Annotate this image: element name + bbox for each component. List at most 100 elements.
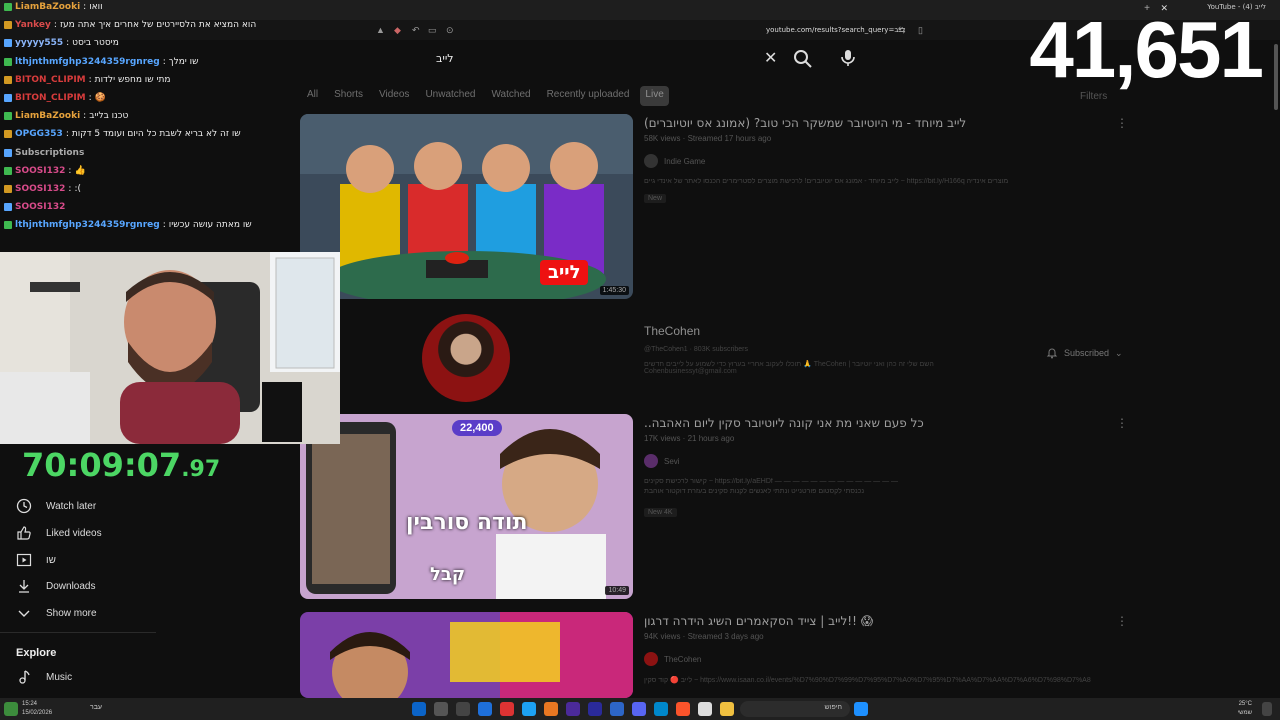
sidebar-item-playlist[interactable]: שו [16,552,56,568]
reload-icon[interactable]: ▭ [428,25,437,36]
taskbar-app-icon[interactable] [676,702,690,716]
chip-watched[interactable]: Watched [486,86,535,106]
sidebar-item-liked-videos[interactable]: Liked videos [16,525,102,541]
brave-shield-icon[interactable]: ▲ [376,25,385,35]
taskbar-weather[interactable]: 25°C שמשי [1238,700,1252,718]
video-title[interactable]: לייב מיוחד - מי היוטיובר שמשקר הכי טוב? … [644,116,966,130]
more-options-icon[interactable]: ⋮ [1116,116,1128,130]
chat-message: lthjnthmfghp3244359rgnreg: שו ימלך [4,57,199,67]
taskbar-app-icon[interactable] [522,702,536,716]
chat-username: BITON_CLIPIM [15,74,86,85]
taskbar-app-icon[interactable] [412,702,426,716]
sidebar-item-label: Liked videos [46,527,102,539]
channel-avatar[interactable] [644,154,658,168]
chat-separator: : [162,56,166,67]
thumbnail-caption-2: קבל [430,564,466,585]
back-icon[interactable]: ↶ [412,25,420,36]
taskbar-app-icon[interactable] [698,702,712,716]
taskbar-app-icon[interactable] [588,702,602,716]
show-desktop-icon[interactable] [1262,702,1272,716]
microphone-icon [841,50,855,66]
url-text[interactable]: youtube.com/results?search_query=לייב [766,26,905,34]
widgets-icon[interactable] [4,702,18,716]
chat-username: yyyyy555 [15,38,64,49]
search-button[interactable] [792,48,814,70]
channel-handle: @TheCohen1 · 803K subscribers [644,346,748,353]
channel-avatar-large[interactable] [422,314,510,402]
sidebar-item-watch-later[interactable]: Watch later [16,498,96,514]
taskbar-app-icon[interactable] [654,702,668,716]
taskbar-search[interactable]: חיפוש [740,701,850,717]
search-box[interactable]: לייב ✕ [420,44,790,74]
video-title[interactable]: לייב | צייד הסקאמרים השיג הידרה דרגון!! … [644,614,873,628]
sidebar-item-show-more[interactable]: Show more [16,605,97,621]
taskbar-clock[interactable]: 15:24 15/02/2026 [22,700,52,718]
taskbar-app-icon[interactable] [566,702,580,716]
chip-live[interactable]: Live [640,86,669,106]
video-thumbnail[interactable]: 22,400 תודה סורבין קבל 10:49 [300,414,633,599]
taskbar-app-icon[interactable] [478,702,492,716]
chat-text: הוא המציא את הלסיירטים של אחרים איך אתה … [59,20,257,31]
page-scrollbar[interactable] [1274,44,1278,110]
channel-name[interactable]: Sevi [664,457,680,466]
video-duration: 1:45:30 [599,286,629,295]
search-engine-icon[interactable]: ⊙ [446,25,454,36]
chat-message: OPGG353: שו זה לא בריא לשבת כל היום ועומד… [4,129,241,139]
sidebar-item-music[interactable]: Music [16,669,72,685]
share-icon[interactable]: ⇆ [898,25,906,36]
channel-result[interactable]: TheCohen @TheCohen1 · 803K subscribers ת… [300,306,1130,402]
video-thumbnail[interactable] [300,612,633,698]
chat-text: שו זה לא בריא לשבת כל היום ועומד 5 דקות [71,129,241,140]
filters-button[interactable]: Filters [1080,91,1107,102]
taskbar-app-icon[interactable] [632,702,646,716]
chat-text: טכנו בלייב [89,111,129,122]
chat-message: lthjnthmfghp3244359rgnreg: שו מאתה עושה ע… [4,220,252,230]
video-result[interactable]: לייב 1:45:30 לייב מיוחד - מי היוטיובר שמ… [300,114,1130,304]
bell-icon [1046,348,1058,359]
sidebar-item-downloads[interactable]: Downloads [16,578,95,594]
clear-search-icon[interactable]: ✕ [764,48,777,68]
bookmark-icon[interactable]: ▯ [918,25,923,36]
channel-line[interactable]: Sevi [644,454,680,468]
chip-recently-uploaded[interactable]: Recently uploaded [542,86,635,106]
channel-line[interactable]: TheCohen [644,652,701,666]
search-input[interactable]: לייב [436,52,454,65]
channel-line[interactable]: Indie Game [644,154,705,168]
video-thumbnail[interactable]: לייב 1:45:30 [300,114,633,299]
chat-badge-icon [4,148,12,157]
chip-videos[interactable]: Videos [374,86,414,106]
video-result[interactable]: 22,400 תודה סורבין קבל 10:49 ..כל פעם שא… [300,414,1130,604]
taskbar-app-icon[interactable] [720,702,734,716]
taskbar-app-icon[interactable] [610,702,624,716]
language-indicator[interactable]: עבר [90,704,102,711]
taskbar-app-icon[interactable] [434,702,448,716]
channel-avatar[interactable] [644,652,658,666]
voice-search-button[interactable] [836,46,860,70]
more-options-icon[interactable]: ⋮ [1116,416,1128,430]
chat-text: מיסטר ביסט [72,38,119,49]
chip-unwatched[interactable]: Unwatched [420,86,480,106]
chat-text: :( [74,184,81,194]
chevron-down-icon: ⌄ [1115,347,1123,358]
taskbar-app-icon[interactable] [456,702,470,716]
channel-avatar[interactable] [644,454,658,468]
more-options-icon[interactable]: ⋮ [1116,614,1128,628]
channel-name[interactable]: TheCohen [664,655,701,664]
video-title[interactable]: ..כל פעם שאני מת אני קונה ליוטיובר סקין … [644,416,924,430]
windows-taskbar: 15:24 15/02/2026 עבר חיפוש 25°C שמשי [0,698,1280,720]
channel-title[interactable]: TheCohen [644,324,700,338]
sidebar-item-label: Watch later [46,500,97,512]
extension-icon[interactable]: ◆ [394,25,401,36]
viewer-count-overlay: 41,651 [1029,5,1264,94]
taskbar-app-icon[interactable] [544,702,558,716]
subscribed-button[interactable]: Subscribed ⌄ [1040,344,1136,362]
video-result[interactable]: לייב | צייד הסקאמרים השיג הידרה דרגון!! … [300,612,1130,698]
windows-start-icon[interactable] [854,702,868,716]
chat-text: 👍 [74,165,86,176]
chat-username: Subscriptions [15,147,85,158]
chat-message: Subscriptions [4,148,84,158]
taskbar-app-icon[interactable] [500,702,514,716]
chat-badge-icon [4,185,12,193]
channel-name[interactable]: Indie Game [664,157,705,166]
webcam-feed [0,252,340,444]
